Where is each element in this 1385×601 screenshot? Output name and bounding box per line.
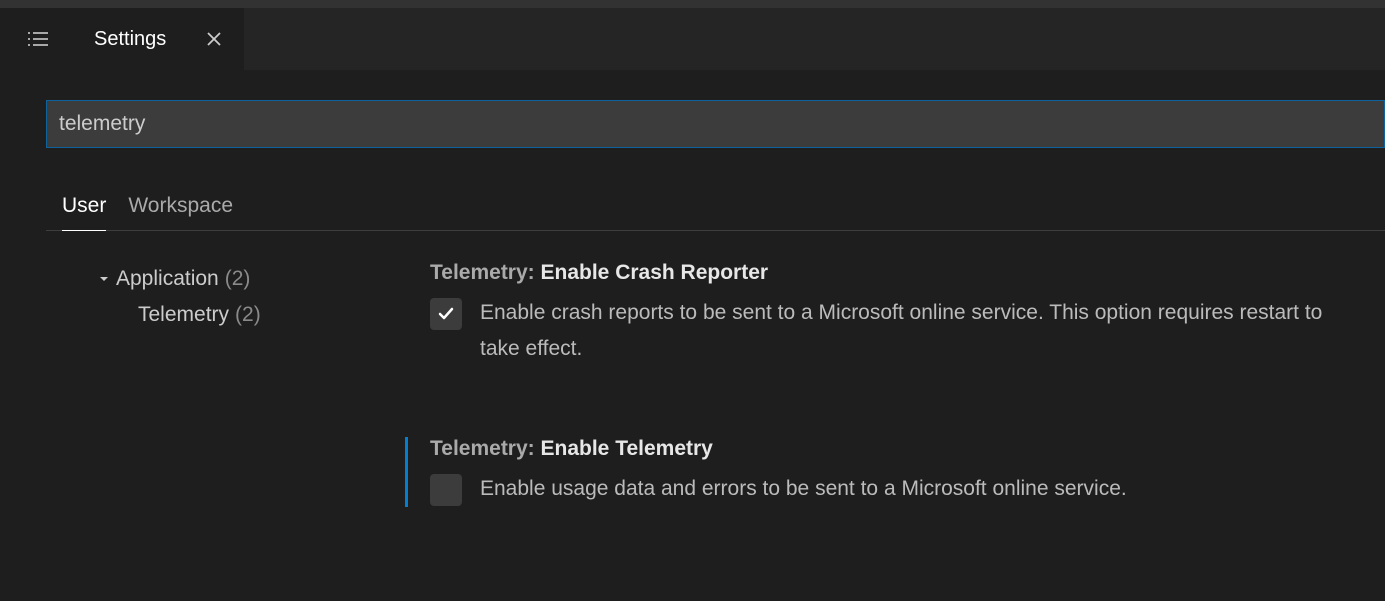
setting-item-crash-reporter: Telemetry: Enable Crash Reporter Enable … bbox=[426, 261, 1365, 367]
tab-user[interactable]: User bbox=[62, 186, 106, 231]
setting-category: Telemetry: bbox=[430, 261, 535, 284]
setting-name: Enable Telemetry bbox=[541, 437, 713, 460]
setting-title: Telemetry: Enable Telemetry bbox=[430, 437, 1365, 461]
tab-title: Settings bbox=[94, 28, 166, 51]
close-icon[interactable] bbox=[202, 27, 226, 51]
settings-body: User Workspace Application (2) Telemetry… bbox=[0, 70, 1385, 577]
setting-title: Telemetry: Enable Crash Reporter bbox=[430, 261, 1365, 285]
tab-workspace[interactable]: Workspace bbox=[128, 186, 233, 230]
toc-label: Application bbox=[116, 267, 219, 291]
search-input[interactable] bbox=[46, 100, 1385, 148]
checkbox-enable-telemetry[interactable] bbox=[430, 474, 462, 506]
setting-name: Enable Crash Reporter bbox=[541, 261, 769, 284]
toc-item-application[interactable]: Application (2) bbox=[96, 261, 426, 297]
setting-control: Enable usage data and errors to be sent … bbox=[430, 471, 1365, 507]
scope-tabs: User Workspace bbox=[46, 186, 1385, 231]
setting-item-enable-telemetry: Telemetry: Enable Telemetry Enable usage… bbox=[405, 437, 1365, 507]
setting-control: Enable crash reports to be sent to a Mic… bbox=[430, 295, 1365, 367]
setting-description: Enable crash reports to be sent to a Mic… bbox=[480, 295, 1365, 367]
title-bar bbox=[0, 0, 1385, 8]
search-container bbox=[46, 100, 1385, 148]
chevron-down-icon bbox=[96, 273, 112, 285]
toc-count: (2) bbox=[235, 303, 261, 327]
settings-tab[interactable]: Settings bbox=[0, 8, 244, 70]
tab-bar: Settings bbox=[0, 8, 1385, 70]
toc-item-telemetry[interactable]: Telemetry (2) bbox=[96, 297, 426, 333]
setting-category: Telemetry: bbox=[430, 437, 535, 460]
settings-list: Telemetry: Enable Crash Reporter Enable … bbox=[426, 261, 1385, 577]
checkbox-crash-reporter[interactable] bbox=[430, 298, 462, 330]
setting-description: Enable usage data and errors to be sent … bbox=[480, 471, 1127, 507]
table-of-contents: Application (2) Telemetry (2) bbox=[46, 261, 426, 577]
settings-list-icon bbox=[28, 29, 48, 49]
toc-count: (2) bbox=[225, 267, 251, 291]
toc-label: Telemetry bbox=[138, 303, 229, 327]
content-area: Application (2) Telemetry (2) Telemetry:… bbox=[46, 261, 1385, 577]
